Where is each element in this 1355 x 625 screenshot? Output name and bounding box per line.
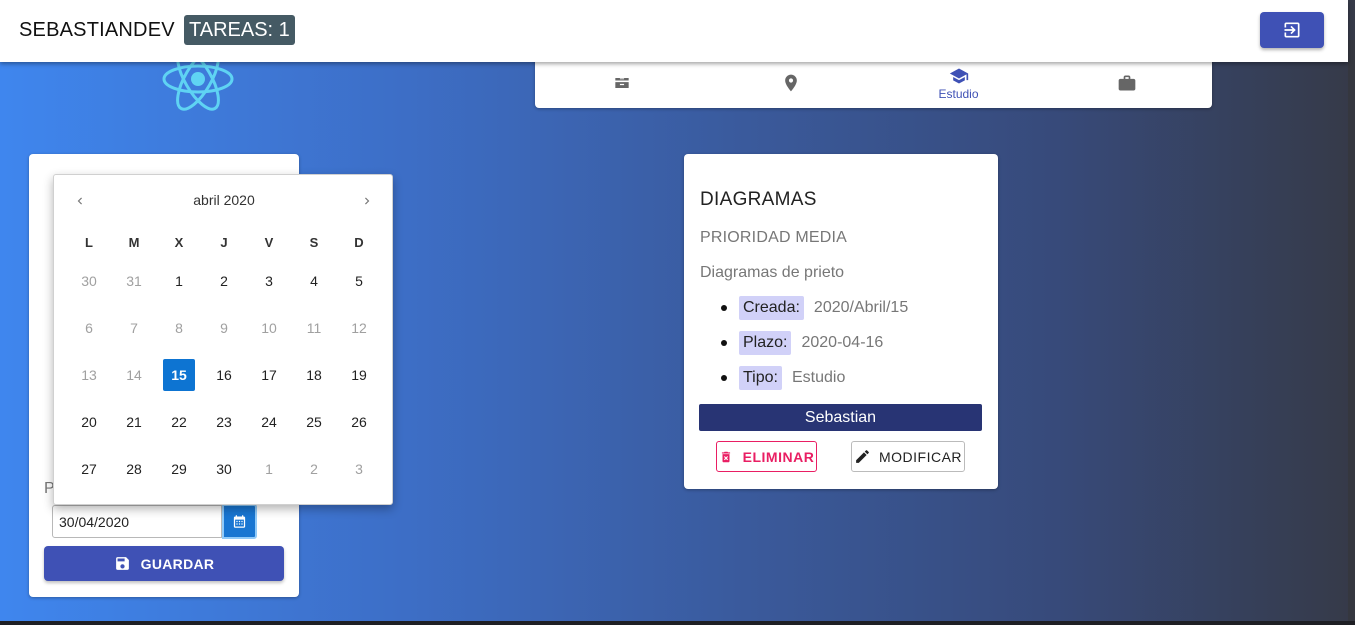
window-edge xyxy=(1348,40,1355,625)
tab-location[interactable] xyxy=(706,58,875,108)
app-bar: SEBASTIANDEV TAREAS: 1 xyxy=(0,0,1348,62)
calendar-day[interactable]: 30 xyxy=(73,265,105,297)
calendar-day[interactable]: 9 xyxy=(208,312,240,344)
weekday-header: M xyxy=(128,235,140,250)
calendar-day[interactable]: 16 xyxy=(208,359,240,391)
calendar-day[interactable]: 19 xyxy=(343,359,375,391)
calendar-day[interactable]: 7 xyxy=(118,312,150,344)
save-button[interactable]: GUARDAR xyxy=(44,546,284,581)
calendar-day[interactable]: 2 xyxy=(208,265,240,297)
calendar-day[interactable]: 30 xyxy=(208,453,240,485)
tab-inbox[interactable] xyxy=(537,58,706,108)
task-description: Diagramas de prieto xyxy=(700,264,845,281)
bullet xyxy=(721,375,727,381)
calendar-day[interactable]: 4 xyxy=(298,265,330,297)
bullet xyxy=(721,340,727,346)
type-value: Estudio xyxy=(791,369,846,386)
weekday-header: S xyxy=(309,235,319,250)
calendar-day[interactable]: 18 xyxy=(298,359,330,391)
logout-button[interactable] xyxy=(1260,12,1324,48)
calendar-day[interactable]: 27 xyxy=(73,453,105,485)
datepicker-popup: abril 2020 L M X J V S D 30 31 1 2 3 4 5 6 7 8 9 10 11 12 13 1… xyxy=(53,174,393,505)
calendar-day[interactable]: 1 xyxy=(163,265,195,297)
weekday-header: X xyxy=(174,235,184,250)
task-owner: Sebastian xyxy=(699,404,982,431)
username-title: SEBASTIANDEV xyxy=(19,19,175,41)
modify-button-label: MODIFICAR xyxy=(878,448,963,465)
react-logo-icon xyxy=(162,56,234,111)
bottom-edge xyxy=(0,621,1355,625)
calendar-day[interactable]: 21 xyxy=(118,406,150,438)
deadline-label: Plazo: xyxy=(739,331,792,355)
inbox-icon xyxy=(614,78,629,88)
weekday-header: J xyxy=(220,235,228,250)
pencil-icon xyxy=(856,450,869,463)
calendar-day[interactable]: 28 xyxy=(118,453,150,485)
calendar-day[interactable]: 23 xyxy=(208,406,240,438)
calendar-day[interactable]: 13 xyxy=(73,359,105,391)
calendar-day[interactable]: 10 xyxy=(253,312,285,344)
tab-estudio-label: Estudio xyxy=(938,86,979,101)
created-label: Creada: xyxy=(739,296,804,320)
tab-estudio[interactable]: Estudio xyxy=(874,58,1043,108)
type-label: Tipo: xyxy=(739,366,782,390)
calendar-day[interactable]: 15 xyxy=(163,359,195,391)
calendar-day[interactable]: 8 xyxy=(163,312,195,344)
calendar-day[interactable]: 29 xyxy=(163,453,195,485)
calendar-day[interactable]: 31 xyxy=(118,265,150,297)
modify-button[interactable]: MODIFICAR xyxy=(851,441,965,472)
calendar-day[interactable]: 12 xyxy=(343,312,375,344)
save-icon xyxy=(115,557,129,570)
task-card: DIAGRAMAS PRIORIDAD MEDIA Diagramas de p… xyxy=(684,154,998,489)
graduation-cap-icon xyxy=(949,68,968,83)
datepicker-month-title[interactable]: abril 2020 xyxy=(54,192,394,208)
deadline-date-input[interactable] xyxy=(52,505,222,538)
task-detail-deadline: Plazo: 2020-04-16 xyxy=(721,330,883,356)
calendar-day[interactable]: 24 xyxy=(253,406,285,438)
calendar-day[interactable]: 25 xyxy=(298,406,330,438)
calendar-day[interactable]: 1 xyxy=(253,453,285,485)
weekday-header: L xyxy=(85,235,93,250)
calendar-day[interactable]: 5 xyxy=(343,265,375,297)
delete-button-label: ELIMINAR xyxy=(742,448,815,465)
calendar-day[interactable]: 17 xyxy=(253,359,285,391)
calendar-icon xyxy=(233,515,246,528)
task-title: DIAGRAMAS xyxy=(700,189,817,210)
task-detail-type: Tipo: Estudio xyxy=(721,365,845,391)
calendar-day[interactable]: 26 xyxy=(343,406,375,438)
calendar-toggle-button[interactable] xyxy=(222,504,257,539)
calendar-day[interactable]: 14 xyxy=(118,359,150,391)
calendar-day[interactable]: 6 xyxy=(73,312,105,344)
weekday-header: V xyxy=(264,235,274,250)
trash-icon xyxy=(721,451,730,462)
calendar-day[interactable]: 2 xyxy=(298,453,330,485)
tab-work[interactable] xyxy=(1042,58,1211,108)
briefcase-icon xyxy=(1118,75,1135,91)
calendar-day[interactable]: 3 xyxy=(343,453,375,485)
delete-button[interactable]: ELIMINAR xyxy=(716,441,817,472)
next-month-button[interactable] xyxy=(355,189,379,213)
calendar-day[interactable]: 22 xyxy=(163,406,195,438)
chevron-right-icon xyxy=(365,197,370,205)
task-priority: PRIORIDAD MEDIA xyxy=(700,229,848,246)
weekday-header: D xyxy=(354,235,364,250)
task-count-badge: TAREAS: 1 xyxy=(184,15,295,45)
save-button-label: GUARDAR xyxy=(140,555,215,572)
category-tabs: Estudio xyxy=(535,58,1212,108)
deadline-value: 2020-04-16 xyxy=(801,334,884,351)
task-detail-created: Creada: 2020/Abril/15 xyxy=(721,295,908,321)
bullet xyxy=(721,305,727,311)
calendar-day[interactable]: 3 xyxy=(253,265,285,297)
created-value: 2020/Abril/15 xyxy=(813,299,909,316)
calendar-day[interactable]: 20 xyxy=(73,406,105,438)
logout-icon xyxy=(1284,22,1300,38)
calendar-day[interactable]: 11 xyxy=(298,312,330,344)
location-pin-icon xyxy=(784,74,797,92)
